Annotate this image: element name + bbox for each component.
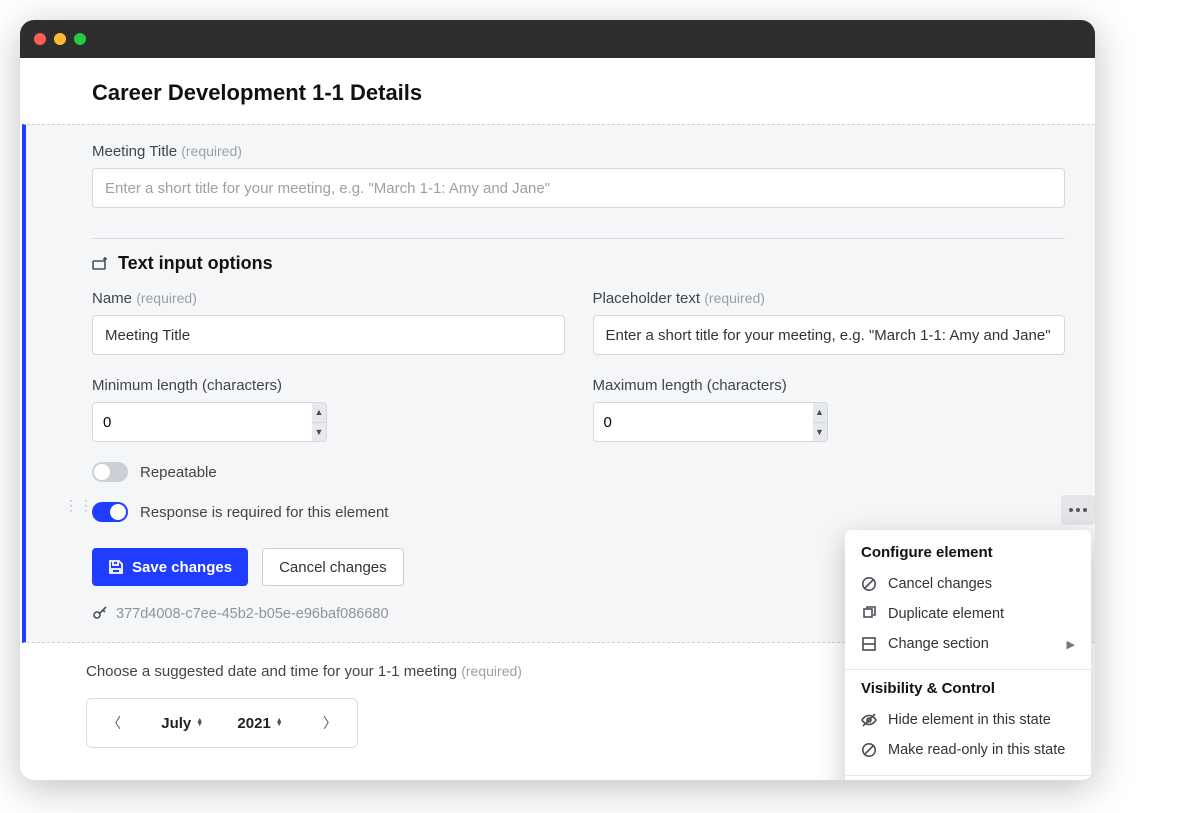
duplicate-icon [861,606,877,622]
window-zoom-button[interactable] [74,33,86,45]
cancel-button-label: Cancel changes [279,559,387,576]
actions-popover: Configure element Cancel changes Duplica… [845,530,1091,780]
popover-change-section[interactable]: Change section ▶ [845,629,1091,659]
required-tag: (required) [704,290,765,306]
app-window: Career Development 1-1 Details Meeting T… [20,20,1095,780]
element-editor: Meeting Title (required) Text input opti… [22,124,1095,643]
element-id: 377d4008-c7ee-45b2-b05e-e96baf086680 [116,606,389,622]
popover-hide-element[interactable]: Hide element in this state [845,705,1091,735]
content-area: Career Development 1-1 Details Meeting T… [20,58,1095,780]
placeholder-input[interactable] [593,315,1066,355]
popover-separator [845,669,1091,670]
datepicker-year: 2021 [237,715,270,732]
popover-readonly[interactable]: Make read-only in this state [845,735,1091,765]
name-input[interactable] [92,315,565,355]
sort-icon: ▲▼ [276,719,283,727]
key-icon [92,606,108,622]
more-actions-button[interactable] [1061,495,1095,525]
name-label-text: Name [92,290,132,307]
text-input-icon [92,256,108,272]
datepicker-next[interactable]: 〉 [317,709,343,737]
save-button-label: Save changes [132,559,232,576]
popover-cancel-changes[interactable]: Cancel changes [845,569,1091,599]
options-heading: Text input options [92,253,1065,274]
placeholder-label: Placeholder text (required) [593,290,1066,307]
name-label: Name (required) [92,290,565,307]
save-button[interactable]: Save changes [92,548,248,586]
date-label-text: Choose a suggested date and time for you… [86,663,457,680]
meeting-title-input[interactable] [92,168,1065,208]
readonly-icon [861,742,877,758]
min-length-decrement[interactable]: ▼ [312,423,326,442]
datepicker-year-select[interactable]: 2021 ▲▼ [237,715,282,732]
popover-heading-visibility: Visibility & Control [845,680,1091,705]
required-toggle[interactable] [92,502,128,522]
required-tag: (required) [181,143,242,159]
min-length-input[interactable] [93,403,312,441]
chevron-right-icon: 〉 [323,715,337,731]
repeatable-label: Repeatable [140,464,217,481]
required-tag: (required) [136,290,197,306]
max-length-decrement[interactable]: ▼ [813,423,827,442]
cancel-button[interactable]: Cancel changes [262,548,404,586]
max-length-label: Maximum length (characters) [593,377,1066,394]
titlebar [20,20,1095,58]
page-title: Career Development 1-1 Details [20,58,1095,124]
sort-icon: ▲▼ [196,719,203,727]
window-close-button[interactable] [34,33,46,45]
popover-cancel-label: Cancel changes [888,576,992,592]
chevron-left-icon: 〈 [107,715,121,731]
min-length-label: Minimum length (characters) [92,377,565,394]
popover-change-section-label: Change section [888,636,989,652]
drag-handle-icon[interactable]: ⋮⋮ [64,497,94,514]
hide-icon [861,712,877,728]
required-tag: (required) [461,663,522,679]
options-heading-text: Text input options [118,253,273,274]
datepicker: 〈 July ▲▼ 2021 ▲▼ 〉 [86,698,358,748]
popover-readonly-label: Make read-only in this state [888,742,1065,758]
divider [92,238,1065,239]
placeholder-label-text: Placeholder text [593,290,701,307]
popover-heading-configure: Configure element [845,544,1091,569]
cancel-icon [861,576,877,592]
min-length-stepper: ▲ ▼ [92,402,327,442]
popover-duplicate-label: Duplicate element [888,606,1004,622]
popover-duplicate[interactable]: Duplicate element [845,599,1091,629]
popover-hide-label: Hide element in this state [888,712,1051,728]
required-toggle-label: Response is required for this element [140,504,388,521]
max-length-stepper: ▲ ▼ [593,402,828,442]
max-length-input[interactable] [594,403,813,441]
datepicker-prev[interactable]: 〈 [101,709,127,737]
datepicker-month-select[interactable]: July ▲▼ [161,715,203,732]
popover-separator [845,775,1091,776]
meeting-title-label-text: Meeting Title [92,143,177,160]
section-icon [861,636,877,652]
repeatable-toggle[interactable] [92,462,128,482]
max-length-increment[interactable]: ▲ [813,403,827,423]
meeting-title-label: Meeting Title (required) [92,143,1065,160]
chevron-right-icon: ▶ [1067,638,1075,651]
window-minimize-button[interactable] [54,33,66,45]
min-length-increment[interactable]: ▲ [312,403,326,423]
save-icon [108,559,124,575]
datepicker-month: July [161,715,191,732]
